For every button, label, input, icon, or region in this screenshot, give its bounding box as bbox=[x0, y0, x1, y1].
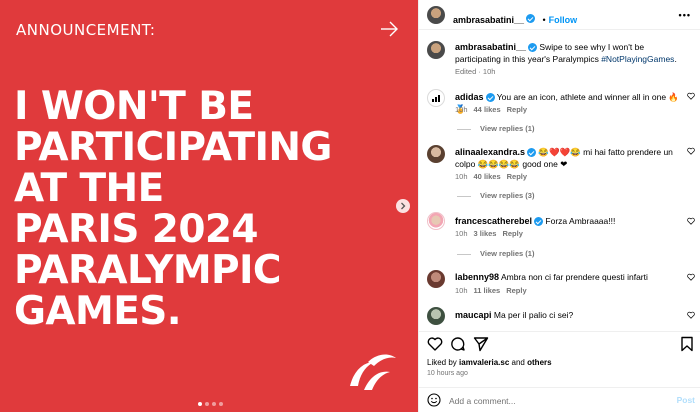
like-comment-heart-icon[interactable] bbox=[687, 273, 695, 281]
headline-line: PARALYMPIC bbox=[14, 248, 282, 293]
like-comment-heart-icon[interactable] bbox=[687, 217, 695, 225]
verified-icon bbox=[485, 93, 495, 103]
verified-icon bbox=[534, 217, 544, 227]
headline-line: GAMES. bbox=[14, 289, 182, 334]
headline-line: PARIS 2024 bbox=[14, 207, 259, 252]
comment-icon[interactable] bbox=[450, 336, 466, 352]
comment-body: Ambra non ci far prendere questi infarti bbox=[500, 272, 648, 282]
caption-username[interactable]: ambrasabatini__ bbox=[455, 42, 526, 52]
comment-time: 10h bbox=[455, 172, 468, 181]
liked-by-prefix: Liked by bbox=[427, 358, 457, 367]
comment-likes[interactable]: 3 likes bbox=[474, 229, 497, 238]
comment-username[interactable]: francescatherebel bbox=[455, 216, 532, 226]
reply-button[interactable]: Reply bbox=[507, 172, 527, 181]
avatar[interactable] bbox=[427, 41, 445, 59]
comment-body: Ma per il palio ci sei? bbox=[493, 310, 574, 320]
comments-list[interactable]: ambrasabatini__ Swipe to see why I won't… bbox=[419, 31, 700, 331]
header-username[interactable]: ambrasabatini__ bbox=[453, 15, 524, 25]
adidas-logo-icon bbox=[432, 95, 440, 102]
avatar[interactable] bbox=[427, 307, 445, 325]
reply-button[interactable]: Reply bbox=[507, 105, 527, 114]
view-replies-button[interactable]: View replies (1) bbox=[457, 249, 534, 258]
verified-icon bbox=[527, 148, 537, 158]
comment-text: labenny98 Ambra non ci far prendere ques… bbox=[455, 271, 687, 283]
caption-meta: Edited · 10h bbox=[455, 67, 496, 76]
more-options-icon[interactable]: ••• bbox=[679, 10, 691, 20]
comment-time: 10h bbox=[455, 286, 468, 295]
verified-icon bbox=[526, 14, 536, 24]
comment-text: francescatherebel Forza Ambraaaa!!! bbox=[455, 215, 687, 227]
post-side-panel: ambrasabatini__ • Follow ••• ambrasabatin… bbox=[418, 0, 700, 412]
caption-punctuation: . bbox=[674, 54, 677, 64]
heart-icon[interactable] bbox=[427, 336, 443, 352]
reply-button[interactable]: Reply bbox=[502, 229, 522, 238]
liked-by-user[interactable]: iamvaleria.sc bbox=[459, 358, 509, 367]
like-comment-heart-icon[interactable] bbox=[687, 311, 695, 319]
liked-by-others[interactable]: others bbox=[527, 358, 551, 367]
bookmark-icon[interactable] bbox=[679, 336, 695, 352]
headline-line: PARTICIPATING bbox=[14, 125, 332, 170]
comment-text: maucapi Ma per il palio ci sei? bbox=[455, 309, 687, 321]
emoji-icon[interactable] bbox=[427, 393, 441, 407]
paralympic-agitos-logo bbox=[350, 354, 396, 390]
comment-meta: 10h 3 likes Reply bbox=[455, 229, 523, 238]
comment-likes[interactable]: 40 likes bbox=[474, 172, 501, 181]
headline: I WON'T BE PARTICIPATING AT THE PARIS 20… bbox=[14, 86, 410, 332]
dot-separator: • bbox=[542, 15, 546, 25]
comment-likes[interactable]: 44 likes bbox=[474, 105, 501, 114]
comment-time: 10h bbox=[455, 105, 468, 114]
follow-button[interactable]: Follow bbox=[549, 15, 578, 25]
post-comment-button[interactable]: Post bbox=[677, 395, 695, 405]
comment-username[interactable]: alinaalexandra.s bbox=[455, 147, 525, 157]
comment-meta: 10h 40 likes Reply bbox=[455, 172, 527, 181]
view-replies-button[interactable]: View replies (1) bbox=[457, 124, 534, 133]
avatar[interactable] bbox=[427, 89, 445, 107]
avatar[interactable] bbox=[427, 6, 445, 24]
comment-meta: 10h 44 likes Reply bbox=[455, 105, 527, 114]
announcement-label: ANNOUNCEMENT: bbox=[16, 21, 156, 39]
liked-by-and: and bbox=[511, 358, 525, 367]
view-replies-button[interactable]: View replies (3) bbox=[457, 191, 534, 200]
like-comment-heart-icon[interactable] bbox=[687, 147, 695, 155]
header-user: ambrasabatini__ • Follow bbox=[453, 10, 577, 28]
avatar[interactable] bbox=[427, 212, 445, 230]
like-comment-heart-icon[interactable] bbox=[687, 92, 695, 100]
post-time: 10 hours ago bbox=[427, 370, 468, 377]
post-header: ambrasabatini__ • Follow ••• bbox=[419, 0, 700, 30]
comment-text: alinaalexandra.s 😂❤️❤️😂 mi hai fatto pre… bbox=[455, 146, 687, 170]
avatar[interactable] bbox=[427, 145, 445, 163]
avatar[interactable] bbox=[427, 270, 445, 288]
post-image: ANNOUNCEMENT: I WON'T BE PARTICIPATING A… bbox=[0, 0, 418, 412]
verified-icon bbox=[528, 43, 538, 53]
comment-username[interactable]: maucapi bbox=[455, 310, 492, 320]
comment-time: 10h bbox=[455, 229, 468, 238]
hashtag-link[interactable]: #NotPlayingGames bbox=[601, 54, 674, 64]
arrow-right-icon bbox=[381, 21, 398, 37]
carousel-next-button[interactable] bbox=[396, 199, 410, 213]
carousel-dot bbox=[219, 402, 223, 406]
comment-input[interactable] bbox=[449, 393, 649, 408]
carousel-dots bbox=[198, 402, 223, 406]
chevron-right-icon bbox=[401, 202, 406, 210]
carousel-dot bbox=[212, 402, 216, 406]
caption-text: ambrasabatini__ Swipe to see why I won't… bbox=[455, 41, 687, 65]
carousel-dot bbox=[198, 402, 202, 406]
post-actions: Liked by iamvaleria.sc and others 10 hou… bbox=[419, 331, 700, 381]
carousel-dot bbox=[205, 402, 209, 406]
comment-meta: 10h 11 likes Reply bbox=[455, 286, 527, 295]
reply-button[interactable]: Reply bbox=[506, 286, 526, 295]
liked-by-line: Liked by iamvaleria.sc and others bbox=[427, 358, 552, 367]
headline-line: AT THE bbox=[14, 166, 164, 211]
add-comment-bar: Post bbox=[419, 387, 700, 412]
comment-username[interactable]: adidas bbox=[455, 92, 484, 102]
share-icon[interactable] bbox=[473, 336, 489, 352]
headline-line: I WON'T BE bbox=[14, 84, 254, 129]
comment-username[interactable]: labenny98 bbox=[455, 272, 499, 282]
comment-likes[interactable]: 11 likes bbox=[474, 286, 501, 295]
comment-body: Forza Ambraaaa!!! bbox=[545, 216, 616, 226]
